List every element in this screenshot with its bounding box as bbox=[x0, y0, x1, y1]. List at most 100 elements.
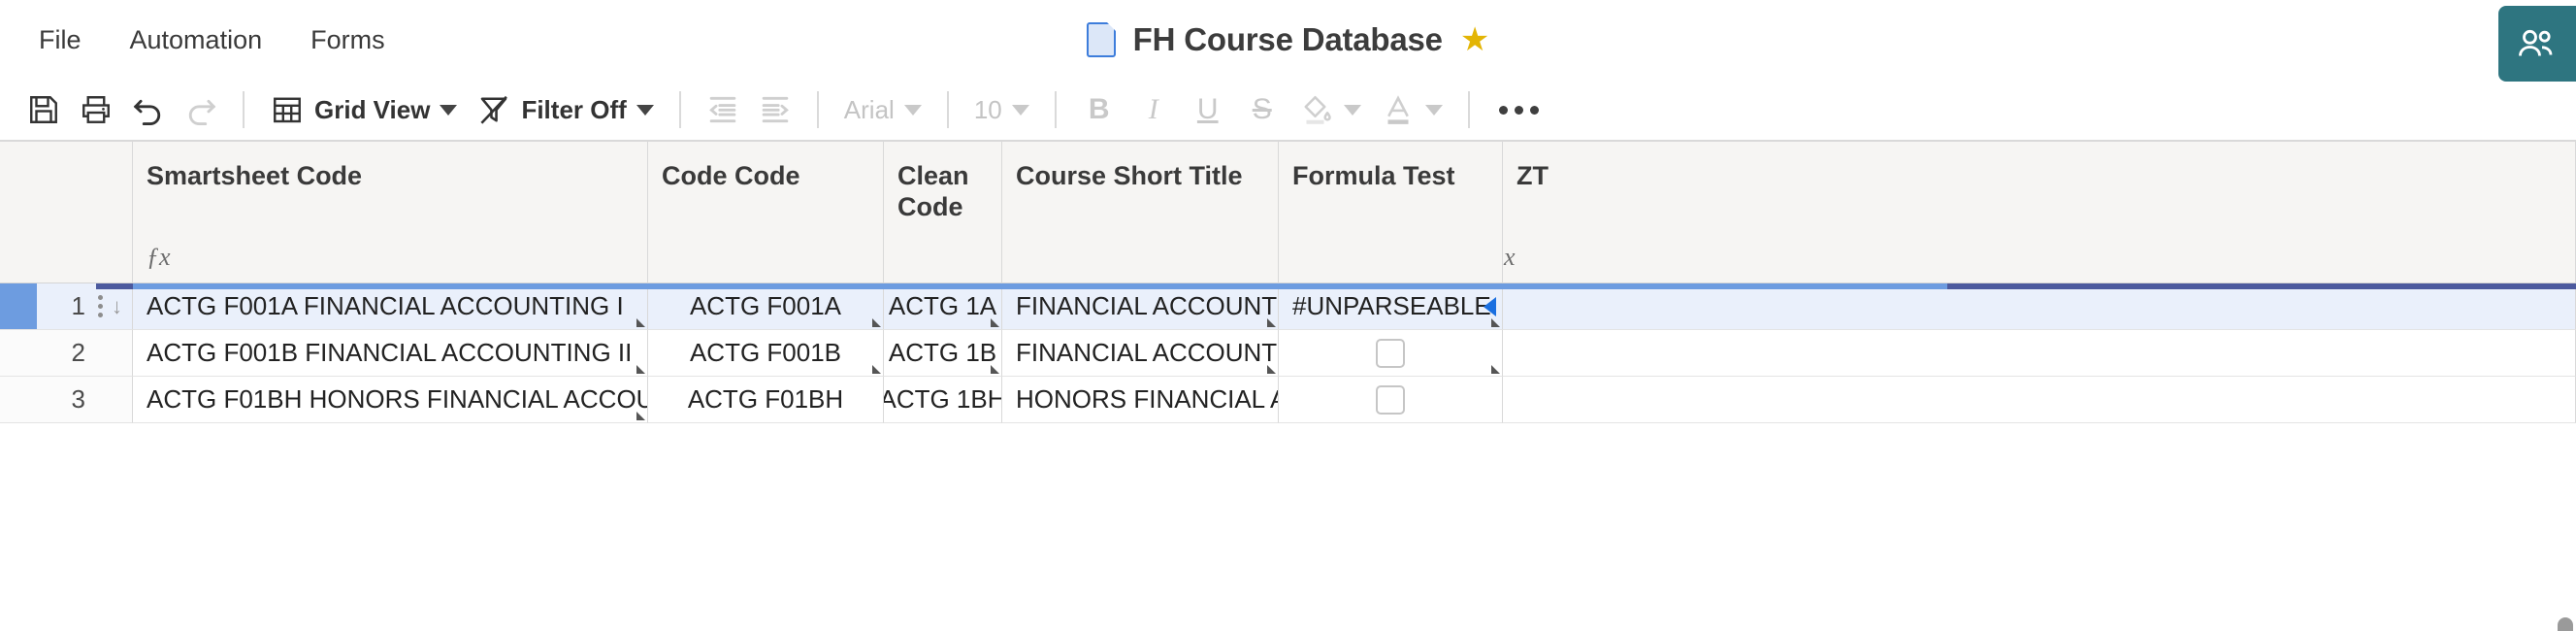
cell-course-short-title[interactable]: FINANCIAL ACCOUNTING II bbox=[1002, 330, 1279, 377]
redo-button[interactable] bbox=[175, 86, 227, 133]
table-row[interactable]: 1 ↓ ACTG F001A FINANCIAL ACCOUNTING I AC… bbox=[0, 283, 2576, 330]
cell-code-code[interactable]: ACTG F001B bbox=[648, 330, 884, 377]
cell-smartsheet-code[interactable]: ACTG F001B FINANCIAL ACCOUNTING II bbox=[133, 330, 648, 377]
toolbar-divider bbox=[1054, 91, 1057, 128]
cell-zt[interactable] bbox=[1503, 377, 2576, 423]
menu-item-file[interactable]: File bbox=[17, 17, 103, 63]
cell-code-code[interactable]: ACTG F01BH bbox=[648, 377, 884, 423]
chevron-down-icon bbox=[1424, 104, 1443, 116]
cell-overflow-indicator bbox=[991, 365, 999, 374]
fill-color-selector[interactable] bbox=[1289, 86, 1371, 133]
menu-bar: File Automation Forms FH Course Database… bbox=[0, 0, 2576, 82]
row-number: 2 bbox=[71, 338, 85, 367]
row-gutter[interactable]: 1 ↓ bbox=[0, 283, 133, 330]
column-header-zt[interactable]: ZT ƒx bbox=[1503, 142, 2576, 283]
fill-color-icon bbox=[1304, 95, 1331, 124]
checkbox[interactable] bbox=[1376, 338, 1405, 368]
more-options-button[interactable] bbox=[1485, 86, 1552, 133]
table-row[interactable]: 3 ACTG F01BH HONORS FINANCIAL ACCOUNTING… bbox=[0, 377, 2576, 423]
cell-smartsheet-code[interactable]: ACTG F001A FINANCIAL ACCOUNTING I bbox=[133, 283, 648, 330]
menu-item-forms[interactable]: Forms bbox=[289, 17, 407, 63]
toolbar-divider bbox=[243, 91, 245, 128]
strikethrough-button[interactable]: S bbox=[1235, 86, 1289, 133]
vertical-scrollbar-thumb[interactable] bbox=[2558, 617, 2573, 631]
column-header-label: Course Short Title bbox=[1016, 161, 1243, 190]
outdent-button[interactable] bbox=[697, 86, 749, 133]
row-gutter[interactable]: 3 bbox=[0, 377, 133, 423]
view-selector-label: Grid View bbox=[314, 94, 431, 124]
row-expand-icon[interactable]: ↓ bbox=[112, 294, 122, 319]
toolbar-divider bbox=[1467, 91, 1470, 128]
sheet-grid: Smartsheet Code ƒx Code Code Clean Code … bbox=[0, 142, 2576, 631]
cell-overflow-indicator bbox=[1267, 365, 1276, 374]
menu-item-automation[interactable]: Automation bbox=[109, 17, 284, 63]
cell-value: ACTG F001B bbox=[689, 338, 842, 367]
cell-overflow-indicator bbox=[991, 318, 999, 327]
font-size-label: 10 bbox=[973, 94, 1002, 124]
more-options-icon bbox=[1498, 105, 1508, 115]
cell-clean-code[interactable]: ACTG 1BH bbox=[884, 377, 1002, 423]
cell-value: ACTG 1BH bbox=[884, 384, 1002, 414]
cell-clean-code[interactable]: ACTG 1A bbox=[884, 283, 1002, 330]
chevron-down-icon bbox=[1011, 104, 1029, 116]
cell-zt[interactable] bbox=[1503, 330, 2576, 377]
cell-formula-test[interactable]: #UNPARSEABLE bbox=[1279, 283, 1503, 330]
more-options-icon bbox=[1514, 105, 1523, 115]
cell-value: #UNPARSEABLE bbox=[1292, 291, 1491, 320]
menu-item-list: File Automation Forms bbox=[0, 17, 407, 63]
cell-smartsheet-code[interactable]: ACTG F01BH HONORS FINANCIAL ACCOUNTING I… bbox=[133, 377, 648, 423]
italic-button[interactable]: I bbox=[1126, 86, 1181, 133]
share-button[interactable] bbox=[2498, 6, 2576, 82]
toolbar-divider bbox=[816, 91, 819, 128]
cell-course-short-title[interactable]: HONORS FINANCIAL ACCOU bbox=[1002, 377, 1279, 423]
cell-value: ACTG 1B bbox=[888, 338, 997, 367]
filter-selector[interactable]: Filter Off bbox=[467, 86, 663, 133]
cell-code-code[interactable]: ACTG F001A bbox=[648, 283, 884, 330]
grid-header-row: Smartsheet Code ƒx Code Code Clean Code … bbox=[0, 142, 2576, 283]
toolbar-divider bbox=[678, 91, 681, 128]
column-header-code-code[interactable]: Code Code bbox=[648, 142, 884, 283]
toolbar: Grid View Filter Off Arial 10 B I U S bbox=[0, 80, 2576, 142]
star-filled-icon[interactable]: ★ bbox=[1460, 23, 1489, 56]
font-family-selector[interactable]: Arial bbox=[834, 86, 931, 133]
column-header-smartsheet-code[interactable]: Smartsheet Code ƒx bbox=[133, 142, 648, 283]
toolbar-divider bbox=[946, 91, 949, 128]
cell-formula-test[interactable] bbox=[1279, 330, 1503, 377]
column-header-clean-code[interactable]: Clean Code bbox=[884, 142, 1002, 283]
save-button[interactable] bbox=[17, 86, 70, 133]
text-color-selector[interactable] bbox=[1371, 86, 1452, 133]
indent-button[interactable] bbox=[749, 86, 801, 133]
underline-button[interactable]: U bbox=[1181, 86, 1235, 133]
row-options-icon[interactable] bbox=[89, 295, 112, 317]
cell-value: ACTG F001A FINANCIAL ACCOUNTING I bbox=[147, 291, 624, 320]
font-size-selector[interactable]: 10 bbox=[964, 86, 1039, 133]
chevron-down-icon bbox=[1343, 104, 1361, 116]
undo-button[interactable] bbox=[122, 86, 175, 133]
table-row[interactable]: 2 ACTG F001B FINANCIAL ACCOUNTING II ACT… bbox=[0, 330, 2576, 377]
font-family-label: Arial bbox=[843, 94, 895, 124]
row-selection-indicator bbox=[0, 283, 37, 329]
print-button[interactable] bbox=[70, 86, 122, 133]
column-header-course-short-title[interactable]: Course Short Title bbox=[1002, 142, 1279, 283]
cell-course-short-title[interactable]: FINANCIAL ACCOUNTING I bbox=[1002, 283, 1279, 330]
column-header-label: Smartsheet Code bbox=[147, 161, 363, 190]
cell-clean-code[interactable]: ACTG 1B bbox=[884, 330, 1002, 377]
column-header-formula-test[interactable]: Formula Test bbox=[1279, 142, 1503, 283]
cell-zt[interactable] bbox=[1503, 283, 2576, 330]
checkbox[interactable] bbox=[1376, 384, 1405, 415]
outdent-icon bbox=[708, 96, 736, 123]
cell-overflow-indicator bbox=[872, 365, 881, 374]
more-options-icon bbox=[1529, 105, 1539, 115]
indent-icon bbox=[762, 96, 789, 123]
column-header-label: Code Code bbox=[662, 161, 800, 190]
cell-cursor-indicator bbox=[1484, 296, 1496, 316]
row-gutter[interactable]: 2 bbox=[0, 330, 133, 377]
cell-value: FINANCIAL ACCOUNTING II bbox=[1016, 338, 1278, 367]
bold-button[interactable]: B bbox=[1072, 86, 1126, 133]
cell-value: ACTG 1A bbox=[888, 291, 997, 320]
filter-selector-label: Filter Off bbox=[521, 94, 627, 124]
view-selector[interactable]: Grid View bbox=[260, 86, 467, 133]
cell-formula-test[interactable] bbox=[1279, 377, 1503, 423]
cell-overflow-indicator bbox=[872, 318, 881, 327]
filter-off-icon bbox=[480, 95, 508, 124]
